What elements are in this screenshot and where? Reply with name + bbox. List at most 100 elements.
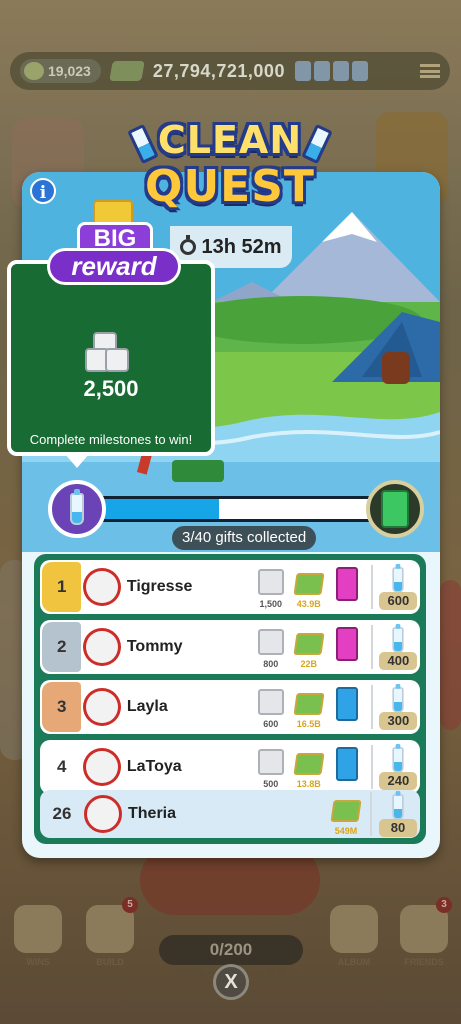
big-reward-badge: BIG reward bbox=[47, 200, 181, 312]
album-icon bbox=[330, 905, 378, 953]
avatar bbox=[83, 688, 121, 726]
rank-badge: 2 bbox=[42, 622, 82, 672]
rank-number: 4 bbox=[56, 757, 67, 776]
bottle-count: 80 bbox=[379, 819, 417, 837]
cash-icon bbox=[293, 573, 325, 595]
nav-build[interactable]: 5 BUILD bbox=[80, 897, 140, 967]
divider bbox=[370, 745, 373, 789]
cash-amount: 16.5B bbox=[296, 719, 321, 729]
rank-badge: 3 bbox=[42, 682, 82, 732]
milestone-progress: 3/40 gifts collected bbox=[48, 480, 424, 550]
bottle-icon bbox=[70, 489, 84, 525]
dice-amount: 600 bbox=[263, 719, 279, 729]
pack-reward bbox=[331, 687, 363, 727]
progress-start-badge bbox=[48, 480, 106, 538]
leaderboard-row[interactable]: 1 Tigresse 1,500 43.9B 600 bbox=[40, 560, 420, 614]
pack-reward bbox=[331, 567, 363, 607]
divider bbox=[370, 685, 373, 729]
dice-stack-icon bbox=[294, 61, 368, 81]
divider bbox=[370, 625, 373, 669]
avatar bbox=[83, 628, 121, 666]
close-button[interactable]: X bbox=[213, 964, 249, 1000]
cash-reward: 43.9B bbox=[293, 567, 325, 609]
cash-icon bbox=[293, 693, 325, 715]
leaderboard-row[interactable]: 3 Layla 600 16.5B 300 bbox=[40, 680, 420, 734]
rank-badge: 26 bbox=[42, 792, 82, 836]
dice-icon bbox=[257, 629, 284, 655]
player-name: LaToya bbox=[126, 758, 182, 775]
leaderboard-row[interactable]: 2 Tommy 800 22B 400 bbox=[40, 620, 420, 674]
event-title-logo: CLEAN QUEST bbox=[127, 118, 333, 222]
bottle-reward: 600 bbox=[377, 562, 420, 612]
bottle-icon bbox=[392, 744, 404, 773]
nav-friends-label: FRIENDS bbox=[404, 957, 444, 967]
info-button[interactable]: i bbox=[30, 178, 56, 204]
cash-amount: 43.9B bbox=[296, 599, 321, 609]
bottle-count: 600 bbox=[379, 592, 418, 610]
rank-number: 2 bbox=[56, 637, 67, 656]
progress-reward-badge[interactable] bbox=[366, 480, 424, 538]
nav-album-label: ALBUM bbox=[337, 957, 371, 967]
roll-progress: 0/200 bbox=[159, 935, 303, 965]
divider bbox=[370, 792, 372, 836]
timer-text: 13h 52m bbox=[201, 235, 282, 258]
nav-album[interactable]: ALBUM bbox=[324, 905, 384, 967]
cash-reward: 13.8B bbox=[293, 747, 325, 789]
player-name: Tigresse bbox=[126, 578, 193, 595]
cash-balance: 27,794,721,000 bbox=[152, 60, 285, 81]
cash-amount: 13.8B bbox=[296, 779, 321, 789]
dice-amount: 1,500 bbox=[259, 599, 283, 609]
player-name: Layla bbox=[126, 698, 168, 715]
player-name: Tommy bbox=[126, 638, 183, 655]
leaderboard-row-self[interactable]: 26 Theria 549M 80 bbox=[40, 790, 420, 838]
progress-bar-fill bbox=[91, 499, 219, 519]
net-worth-pill: 19,023 bbox=[20, 59, 101, 83]
pack-reward bbox=[331, 747, 363, 787]
friends-badge: 3 bbox=[436, 897, 452, 913]
menu-icon[interactable] bbox=[420, 64, 440, 78]
avatar bbox=[83, 748, 121, 786]
leaderboard-row[interactable]: 4 LaToya 500 13.8B 240 bbox=[40, 740, 420, 794]
cash-icon bbox=[109, 61, 145, 81]
sticker-pack-icon bbox=[335, 567, 358, 601]
dice-amount: 500 bbox=[263, 779, 279, 789]
cash-icon bbox=[330, 800, 362, 822]
dice-icon bbox=[257, 689, 284, 715]
dice-reward: 1,500 bbox=[255, 567, 287, 609]
badge-reward: reward bbox=[47, 248, 181, 285]
bottle-count: 240 bbox=[379, 772, 418, 790]
bottle-reward: 300 bbox=[377, 682, 420, 732]
dice-reward: 800 bbox=[255, 627, 287, 669]
reward-group: 549M bbox=[330, 794, 362, 836]
dice-icon bbox=[257, 749, 284, 775]
sticker-pack-icon bbox=[381, 490, 409, 528]
big-reward-description: Complete milestones to win! bbox=[29, 432, 193, 447]
dice-reward: 600 bbox=[255, 687, 287, 729]
nav-wins-label: WINS bbox=[26, 957, 50, 967]
stopwatch-icon bbox=[180, 235, 197, 255]
nav-wins[interactable]: WINS bbox=[8, 905, 68, 967]
bottle-reward: 240 bbox=[377, 742, 420, 792]
build-badge: 5 bbox=[122, 897, 138, 913]
big-reward-amount: 2,500 bbox=[83, 376, 139, 401]
dice-stack-icon bbox=[85, 332, 143, 374]
reward-group: 600 16.5B bbox=[255, 687, 363, 729]
event-title-line2: QUEST bbox=[145, 161, 315, 212]
dice-icon bbox=[257, 569, 284, 595]
bottle-icon bbox=[392, 624, 404, 653]
cash-reward: 22B bbox=[293, 627, 325, 669]
avatar bbox=[83, 568, 121, 606]
sticker-pack-icon bbox=[335, 627, 358, 661]
rank-number: 26 bbox=[52, 804, 72, 823]
leaderboard: 1 Tigresse 1,500 43.9B 600 2 Tommy 800 2… bbox=[34, 554, 426, 844]
nav-build-label: BUILD bbox=[96, 957, 124, 967]
cash-amount: 549M bbox=[334, 826, 358, 836]
bottle-reward: 80 bbox=[376, 789, 420, 839]
bottle-count: 400 bbox=[379, 652, 418, 670]
event-title-line1: CLEAN bbox=[157, 118, 303, 162]
dice-amount: 800 bbox=[263, 659, 279, 669]
nav-friends[interactable]: 3 FRIENDS bbox=[394, 897, 454, 967]
player-name: Theria bbox=[128, 805, 177, 822]
divider bbox=[370, 565, 373, 609]
rank-number: 3 bbox=[56, 697, 67, 716]
